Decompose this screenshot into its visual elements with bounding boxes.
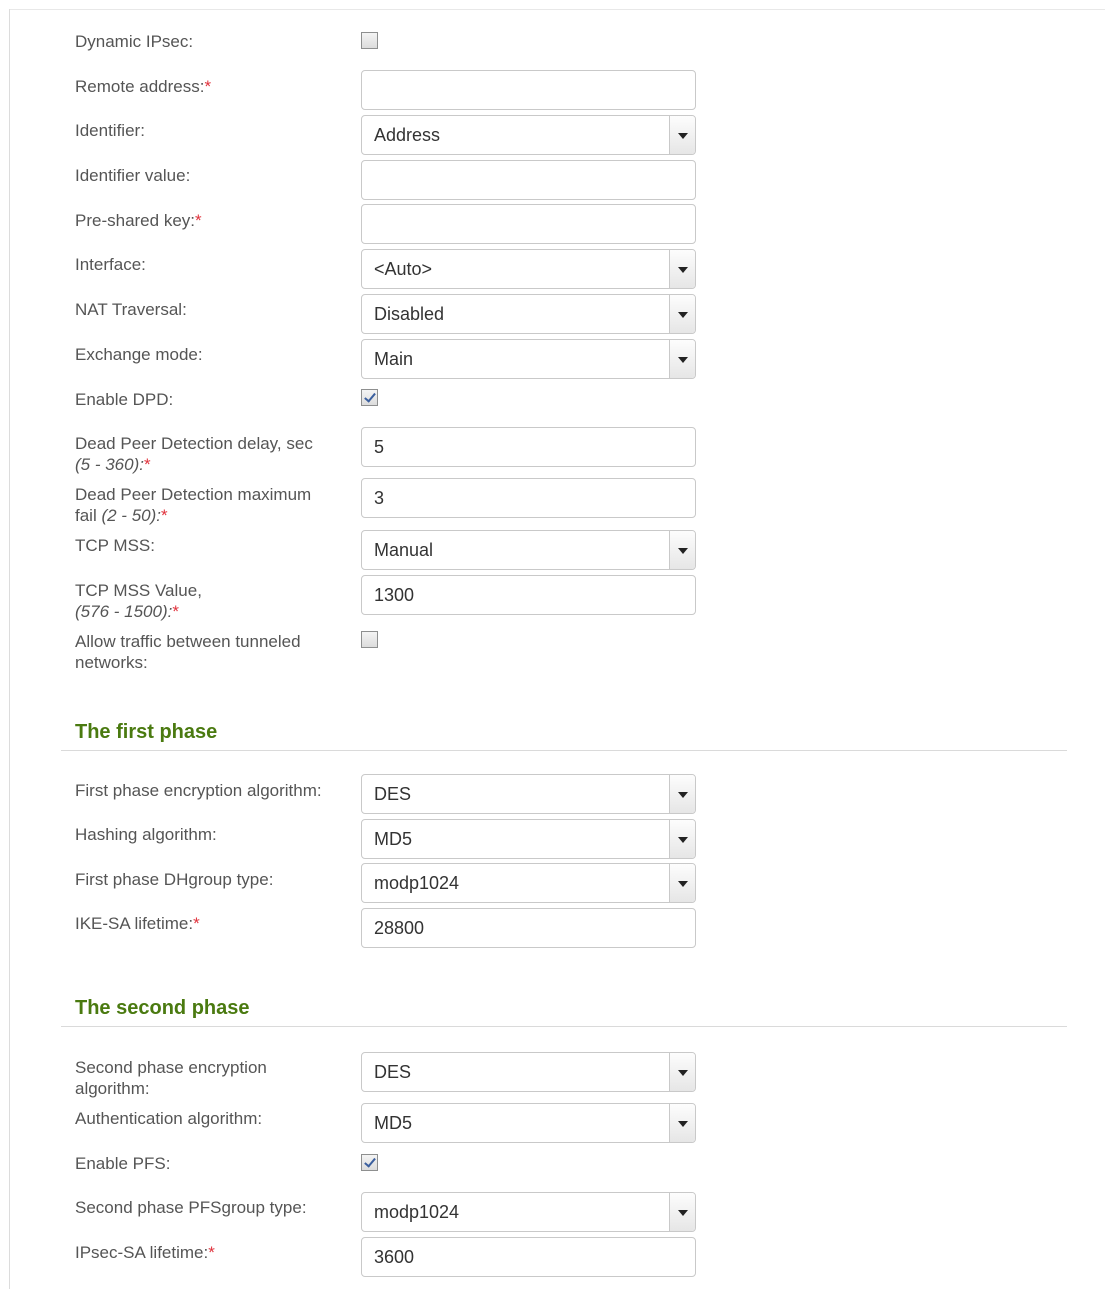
nat-traversal-label: NAT Traversal: [75,300,187,319]
allow-traffic-label: Allow traffic between tunneled networks: [75,632,301,672]
remote-address-label: Remote address:* [75,77,212,96]
identifier-select[interactable]: Address [361,115,696,155]
chevron-down-icon[interactable] [669,1193,695,1231]
authentication-algorithm-label: Authentication algorithm: [75,1109,263,1128]
dynamic-ipsec-checkbox[interactable] [361,32,378,49]
phase2-encryption-label: Second phase encryption algorithm: [75,1058,267,1098]
chevron-down-icon[interactable] [669,775,695,813]
chevron-down-icon[interactable] [669,116,695,154]
identifier-label: Identifier: [75,121,145,140]
ipsec-sa-lifetime-input[interactable] [361,1237,696,1277]
dpd-delay-label: Dead Peer Detection delay, sec (5 - 360):… [75,434,313,474]
pre-shared-key-label: Pre-shared key:* [75,211,202,230]
interface-select[interactable]: <Auto> [361,249,696,289]
identifier-value-input[interactable] [361,160,696,200]
exchange-mode-select[interactable]: Main [361,339,696,379]
chevron-down-icon[interactable] [669,820,695,858]
enable-pfs-checkbox[interactable] [361,1154,378,1171]
phase2-encryption-select[interactable]: DES [361,1052,696,1092]
dpd-max-fail-label: Dead Peer Detection maximum fail (2 - 50)… [75,485,312,525]
chevron-down-icon[interactable] [669,250,695,288]
tcp-mss-value-label: TCP MSS Value, (576 - 1500):* [75,581,202,621]
pfs-group-select[interactable]: modp1024 [361,1192,696,1232]
enable-dpd-label: Enable DPD: [75,390,174,409]
ipsec-sa-lifetime-label: IPsec-SA lifetime:* [75,1243,215,1262]
chevron-down-icon[interactable] [669,1104,695,1142]
dpd-delay-input[interactable] [361,427,696,467]
dynamic-ipsec-label: Dynamic IPsec: [75,32,194,51]
chevron-down-icon[interactable] [669,295,695,333]
pfs-group-label: Second phase PFSgroup type: [75,1198,307,1217]
ike-sa-lifetime-label: IKE-SA lifetime:* [75,914,200,933]
phase1-dhgroup-label: First phase DHgroup type: [75,870,274,889]
phase1-dhgroup-select[interactable]: modp1024 [361,863,696,903]
first-phase-heading: The first phase [75,721,218,743]
chevron-down-icon[interactable] [669,864,695,902]
identifier-value-label: Identifier value: [75,166,191,185]
tcp-mss-value-input[interactable] [361,575,696,615]
nat-traversal-select[interactable]: Disabled [361,294,696,334]
panel-left-border [9,9,10,1289]
second-phase-heading: The second phase [75,997,250,1019]
hashing-algorithm-select[interactable]: MD5 [361,819,696,859]
authentication-algorithm-select[interactable]: MD5 [361,1103,696,1143]
hashing-algorithm-label: Hashing algorithm: [75,825,217,844]
section-divider [61,750,1067,751]
chevron-down-icon[interactable] [669,340,695,378]
chevron-down-icon[interactable] [669,1053,695,1091]
interface-label: Interface: [75,255,146,274]
enable-dpd-checkbox[interactable] [361,389,378,406]
ike-sa-lifetime-input[interactable] [361,908,696,948]
dpd-max-fail-input[interactable] [361,478,696,518]
section-divider [61,1026,1067,1027]
panel-top-border [9,9,1105,10]
allow-traffic-checkbox[interactable] [361,631,378,648]
enable-pfs-label: Enable PFS: [75,1154,171,1173]
tcp-mss-select[interactable]: Manual [361,530,696,570]
pre-shared-key-input[interactable] [361,204,696,244]
chevron-down-icon[interactable] [669,531,695,569]
phase1-encryption-label: First phase encryption algorithm: [75,781,322,800]
remote-address-input[interactable] [361,70,696,110]
tcp-mss-label: TCP MSS: [75,536,155,555]
exchange-mode-label: Exchange mode: [75,345,203,364]
phase1-encryption-select[interactable]: DES [361,774,696,814]
